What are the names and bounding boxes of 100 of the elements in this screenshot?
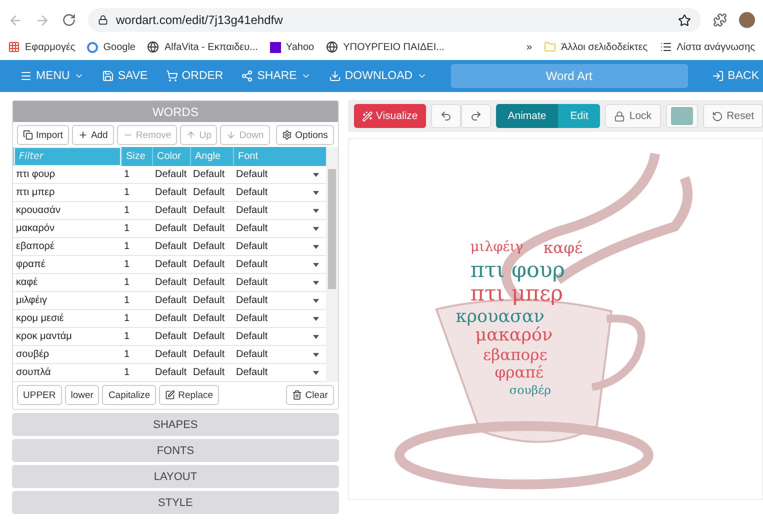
- angle-cell[interactable]: Default: [190, 238, 233, 256]
- color-cell[interactable]: Default: [152, 166, 190, 184]
- font-cell[interactable]: Default: [233, 346, 326, 364]
- size-cell[interactable]: 1: [121, 184, 152, 202]
- scrollbar[interactable]: [326, 147, 338, 382]
- color-cell[interactable]: Default: [152, 274, 190, 292]
- size-cell[interactable]: 1: [121, 364, 152, 382]
- color-cell[interactable]: Default: [152, 310, 190, 328]
- color-cell[interactable]: Default: [152, 238, 190, 256]
- size-cell[interactable]: 1: [121, 220, 152, 238]
- clear-button[interactable]: Clear: [286, 385, 334, 405]
- redo-button[interactable]: [460, 104, 491, 128]
- bookmark-item[interactable]: Άλλοι σελιδοδείκτες: [544, 41, 648, 54]
- case-button[interactable]: lower: [64, 385, 100, 405]
- dropdown-icon[interactable]: [312, 316, 319, 320]
- section-header[interactable]: SHAPES: [12, 413, 339, 436]
- bookmark-item[interactable]: Google: [87, 42, 136, 53]
- font-cell[interactable]: Default: [233, 274, 326, 292]
- word-cell[interactable]: πτι φουρ: [13, 166, 121, 184]
- bookmark-item[interactable]: AlfaVita - Εκπαιδευ...: [147, 41, 258, 54]
- bookmark-item[interactable]: Εφαρμογές: [8, 41, 76, 54]
- word-cell[interactable]: μιλφέιγ: [13, 292, 121, 310]
- visualize-button[interactable]: Visualize: [354, 104, 426, 128]
- toolbar-button[interactable]: DOWNLOAD: [324, 70, 431, 82]
- replace-button[interactable]: Replace: [159, 385, 220, 405]
- size-cell[interactable]: 1: [121, 292, 152, 310]
- word-cell[interactable]: κροκ μαντάμ: [13, 328, 121, 346]
- color-cell[interactable]: Default: [152, 202, 190, 220]
- dropdown-icon[interactable]: [312, 370, 319, 374]
- angle-cell[interactable]: Default: [190, 256, 233, 274]
- word-tool-button[interactable]: Import: [17, 125, 69, 145]
- section-header[interactable]: STYLE: [12, 491, 339, 514]
- angle-cell[interactable]: Default: [190, 346, 233, 364]
- color-cell[interactable]: Default: [152, 256, 190, 274]
- angle-cell[interactable]: Default: [190, 274, 233, 292]
- mode-tab[interactable]: Animate: [496, 104, 558, 128]
- color-cell[interactable]: Default: [152, 220, 190, 238]
- star-icon[interactable]: [678, 14, 691, 27]
- reload-icon[interactable]: [62, 13, 76, 28]
- toolbar-button[interactable]: MENU: [16, 70, 88, 82]
- word-cell[interactable]: κρομ μεσιέ: [13, 310, 121, 328]
- case-button[interactable]: UPPER: [17, 385, 62, 405]
- filter-field[interactable]: Filter: [14, 147, 121, 166]
- options-button[interactable]: Options: [276, 125, 334, 145]
- font-cell[interactable]: Default: [233, 202, 326, 220]
- word-cell[interactable]: πτι μπερ: [13, 184, 121, 202]
- angle-cell[interactable]: Default: [190, 220, 233, 238]
- reset-button[interactable]: Reset: [702, 104, 763, 128]
- color-cell[interactable]: Default: [152, 292, 190, 310]
- section-header[interactable]: FONTS: [12, 439, 339, 462]
- section-header[interactable]: LAYOUT: [12, 465, 339, 488]
- angle-cell[interactable]: Default: [190, 166, 233, 184]
- word-cell[interactable]: καφέ: [13, 274, 121, 292]
- lock-button[interactable]: Lock: [605, 104, 661, 128]
- angle-cell[interactable]: Default: [190, 184, 233, 202]
- angle-cell[interactable]: Default: [190, 310, 233, 328]
- bookmark-item[interactable]: Λίστα ανάγνωσης: [660, 41, 755, 54]
- size-cell[interactable]: 1: [121, 274, 152, 292]
- size-cell[interactable]: 1: [121, 256, 152, 274]
- word-cell[interactable]: σουβέρ: [13, 346, 121, 364]
- more-bookmarks[interactable]: »: [526, 42, 532, 53]
- font-cell[interactable]: Default: [233, 292, 326, 310]
- color-cell[interactable]: Default: [152, 328, 190, 346]
- undo-button[interactable]: [430, 104, 461, 128]
- dropdown-icon[interactable]: [312, 172, 319, 176]
- font-cell[interactable]: Default: [233, 238, 326, 256]
- font-cell[interactable]: Default: [233, 166, 326, 184]
- dropdown-icon[interactable]: [312, 280, 319, 284]
- word-cell[interactable]: μακαρόν: [13, 220, 121, 238]
- angle-cell[interactable]: Default: [190, 292, 233, 310]
- toolbar-button[interactable]: SAVE: [98, 70, 152, 82]
- font-cell[interactable]: Default: [233, 184, 326, 202]
- address-bar[interactable]: wordart.com/edit/7j13g41ehdfw: [88, 8, 701, 32]
- word-tool-button[interactable]: Add: [72, 125, 114, 145]
- angle-cell[interactable]: Default: [190, 202, 233, 220]
- font-cell[interactable]: Default: [233, 364, 326, 382]
- bookmark-item[interactable]: Yahoo: [270, 42, 314, 53]
- word-cell[interactable]: φραπέ: [13, 256, 121, 274]
- dropdown-icon[interactable]: [312, 244, 319, 248]
- angle-cell[interactable]: Default: [190, 328, 233, 346]
- color-button[interactable]: [666, 104, 698, 128]
- color-cell[interactable]: Default: [152, 346, 190, 364]
- dropdown-icon[interactable]: [312, 262, 319, 266]
- word-cell[interactable]: κρουασάν: [13, 202, 121, 220]
- dropdown-icon[interactable]: [312, 298, 319, 302]
- color-cell[interactable]: Default: [152, 184, 190, 202]
- toolbar-button[interactable]: SHARE: [237, 70, 315, 82]
- dropdown-icon[interactable]: [312, 334, 319, 338]
- font-cell[interactable]: Default: [233, 220, 326, 238]
- toolbar-button[interactable]: ORDER: [162, 70, 228, 82]
- back-button[interactable]: BACK: [708, 70, 763, 82]
- size-cell[interactable]: 1: [121, 346, 152, 364]
- puzzle-icon[interactable]: [713, 13, 727, 28]
- avatar-icon[interactable]: [739, 12, 755, 28]
- word-cell[interactable]: σουπλά: [13, 364, 121, 382]
- bookmark-item[interactable]: ΥΠΟΥΡΓΕΙΟ ΠΑΙΔΕΙ...: [326, 41, 444, 54]
- font-cell[interactable]: Default: [233, 256, 326, 274]
- angle-cell[interactable]: Default: [190, 364, 233, 382]
- font-cell[interactable]: Default: [233, 310, 326, 328]
- size-cell[interactable]: 1: [121, 328, 152, 346]
